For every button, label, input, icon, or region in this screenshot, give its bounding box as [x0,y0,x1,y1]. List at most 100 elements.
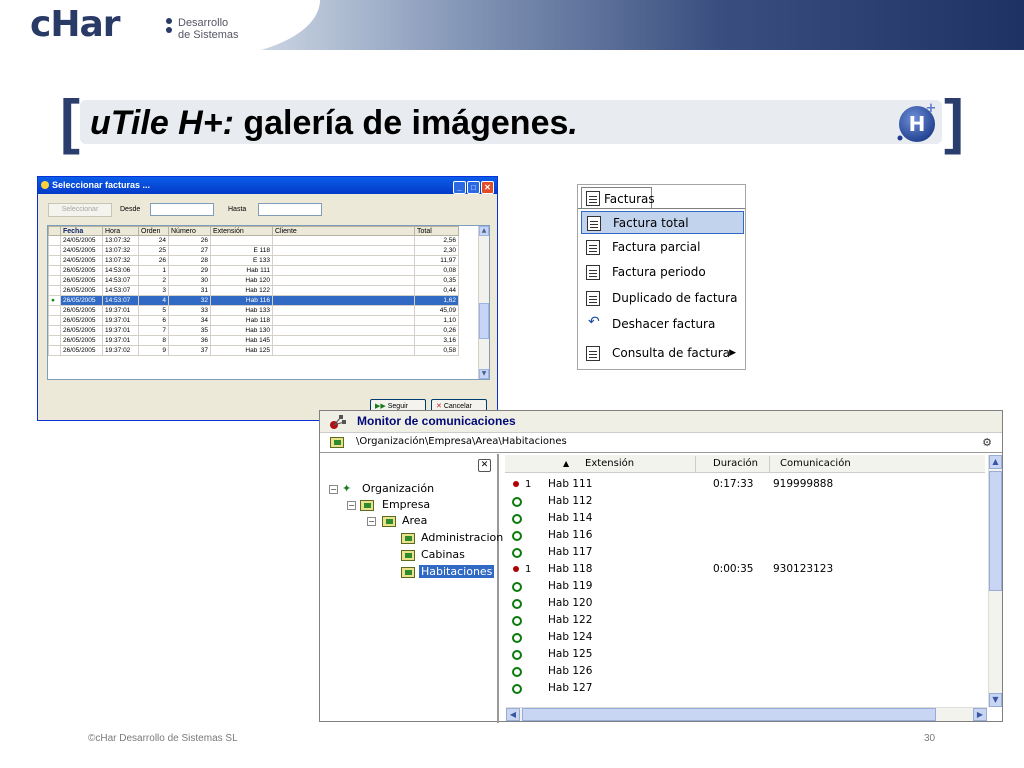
menu-item[interactable]: Factura periodo [581,261,744,284]
hasta-label: Hasta [228,206,247,213]
scroll-thumb[interactable] [522,708,936,721]
list-item[interactable]: Hab 125 [505,646,985,663]
list-item[interactable]: Hab 120 [505,595,985,612]
organization-tree[interactable]: ✕ − ✦ Organización − Empresa − Area Admi… [320,454,503,723]
table-cell: 36 [168,335,211,346]
collapse-icon[interactable]: − [367,517,376,526]
list-item[interactable]: Hab 124 [505,629,985,646]
window-titlebar[interactable]: Seleccionar facturas ... _ □ ✕ [38,177,497,194]
list-vertical-scrollbar[interactable]: ▲ ▼ [988,455,1002,707]
column-header[interactable]: Número [168,226,211,236]
scroll-up-icon[interactable]: ▲ [989,455,1002,469]
seleccionar-button[interactable]: Seleccionar [48,203,112,217]
table-row[interactable]: 24/05/2005 13:07:32 24 26 2,56 [48,235,459,246]
table-row[interactable]: 26/05/2005 19:37:02 9 37 Hab 125 0,58 [48,345,459,356]
table-row[interactable]: ● 26/05/2005 14:53:07 4 32 Hab 116 1,62 [48,295,459,306]
menu-item[interactable]: Duplicado de factura [581,287,744,310]
maximize-icon[interactable]: □ [467,181,480,194]
grid-vertical-scrollbar[interactable]: ▲ ▼ [478,226,489,379]
desde-input[interactable] [150,203,214,216]
column-header[interactable]: Fecha [60,226,103,236]
table-cell: 29 [168,265,211,276]
menu-item-label: Deshacer factura [612,317,716,331]
tree-item-habitaciones[interactable]: Habitaciones [419,565,495,578]
collapse-icon[interactable]: − [347,501,356,510]
close-tree-icon[interactable]: ✕ [478,459,491,472]
scroll-down-icon[interactable]: ▼ [479,369,489,379]
idle-line-icon [512,667,522,677]
tree-item-administracion[interactable]: Administracion [421,531,503,544]
list-item[interactable]: Hab 126 [505,663,985,680]
seleccionar-facturas-window: Seleccionar facturas ... _ □ ✕ Seleccionar… [37,176,498,421]
list-cell-ext: Hab 116 [548,529,593,541]
facturas-grid[interactable]: Fecha Hora Orden Número Extensión Client… [47,225,490,380]
list-item[interactable]: Hab 119 [505,578,985,595]
list-item[interactable]: Hab 117 [505,544,985,561]
column-header[interactable]: Orden [138,226,169,236]
list-item[interactable]: Hab 127 [505,680,985,697]
scroll-up-icon[interactable]: ▲ [479,226,489,236]
scroll-down-icon[interactable]: ▼ [989,693,1002,707]
table-cell: 1,10 [414,315,459,326]
idle-line-icon [512,582,522,592]
column-header[interactable]: Extensión [210,226,273,236]
footer-copyright: ©cHar Desarrollo de Sistemas SL [88,733,238,744]
tree-item-empresa[interactable]: Empresa [382,498,430,511]
network-settings-icon[interactable]: ⚙ [982,436,992,449]
scroll-right-icon[interactable]: ▶ [973,708,987,721]
list-item[interactable]: 1 Hab 118 0:00:35 930123123 [505,561,985,578]
table-cell: Hab 125 [210,345,273,356]
collapse-icon[interactable]: − [329,485,338,494]
table-row[interactable]: 26/05/2005 14:53:07 2 30 Hab 120 0,35 [48,275,459,286]
row-indicator [48,345,61,356]
list-item[interactable]: 1 Hab 111 0:17:33 919999888 [505,476,985,493]
table-row[interactable]: 24/05/2005 13:07:32 26 28 E 133 11,97 [48,255,459,266]
org-icon: ✦ [342,482,352,495]
title-box: uTile H+: galería de imágenes. H + [80,100,942,144]
tree-item-organizacion[interactable]: Organización [362,482,434,495]
list-cell-ext: Hab 114 [548,512,593,524]
scroll-thumb[interactable] [989,471,1002,591]
table-cell: 14:53:07 [102,285,139,296]
table-cell: 0,44 [414,285,459,296]
table-cell: 3 [138,285,169,296]
table-row[interactable]: 24/05/2005 13:07:32 25 27 E 118 2,30 [48,245,459,256]
menu-item[interactable]: Factura total [581,211,744,234]
list-item[interactable]: Hab 112 [505,493,985,510]
column-header-extension[interactable]: Extensión [585,456,634,472]
table-cell: 31 [168,285,211,296]
scroll-left-icon[interactable]: ◀ [506,708,520,721]
column-header[interactable]: Total [414,226,459,236]
table-row[interactable]: 26/05/2005 14:53:07 3 31 Hab 122 0,44 [48,285,459,296]
extensions-list[interactable]: ▲ Extensión Duración Comunicación 1 Hab 1… [505,454,1002,723]
column-header[interactable]: Hora [102,226,139,236]
list-horizontal-scrollbar[interactable]: ◀ ▶ [506,707,987,721]
menu-item[interactable]: Factura parcial [581,236,744,259]
tree-item-cabinas[interactable]: Cabinas [421,548,465,561]
table-cell: Hab 120 [210,275,273,286]
list-item[interactable]: Hab 114 [505,510,985,527]
table-row[interactable]: 26/05/2005 19:37:01 8 36 Hab 145 3,16 [48,335,459,346]
list-item[interactable]: Hab 122 [505,612,985,629]
table-cell: 9 [138,345,169,356]
minimize-icon[interactable]: _ [453,181,466,194]
column-header-comunicacion[interactable]: Comunicación [780,456,851,472]
table-row[interactable]: 26/05/2005 19:37:01 6 34 Hab 118 1,10 [48,315,459,326]
table-row[interactable]: 26/05/2005 19:37:01 5 33 Hab 133 45,09 [48,305,459,316]
row-indicator [48,245,61,256]
list-cell-ext: Hab 125 [548,648,593,660]
column-header[interactable]: Cliente [272,226,415,236]
folder-icon [360,500,374,511]
table-row[interactable]: 26/05/2005 19:37:01 7 35 Hab 130 0,26 [48,325,459,336]
table-row[interactable]: 26/05/2005 14:53:06 1 29 Hab 111 0,08 [48,265,459,276]
close-icon[interactable]: ✕ [481,181,494,194]
column-header-duracion[interactable]: Duración [713,456,758,472]
hasta-input[interactable] [258,203,322,216]
scroll-thumb[interactable] [479,303,489,339]
logo-subtitle-line1: Desarrollo [178,17,229,29]
list-item[interactable]: Hab 116 [505,527,985,544]
tree-item-area[interactable]: Area [402,514,427,527]
menu-item[interactable]: ↶ Deshacer factura [581,313,744,336]
menu-item[interactable]: Consulta de factura ▶ [581,342,744,365]
facturas-menu-tab[interactable]: Facturas [581,187,655,209]
